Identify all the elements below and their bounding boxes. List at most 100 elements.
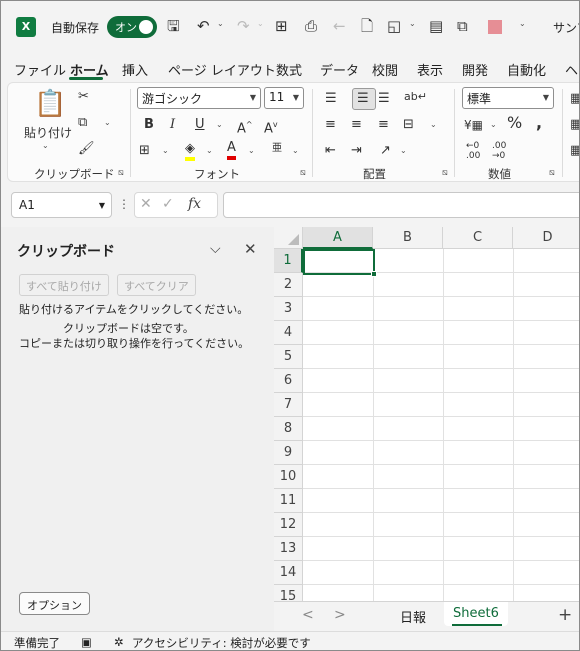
fill-color-swatch-icon[interactable] <box>488 20 502 34</box>
row-header[interactable]: 7 <box>274 393 303 417</box>
row-header[interactable]: 5 <box>274 345 303 369</box>
redo-icon[interactable]: ↷ <box>237 15 250 37</box>
increase-decimal-icon[interactable]: ←0.00 <box>466 141 480 161</box>
active-cell[interactable] <box>303 249 375 275</box>
macro-record-icon[interactable]: ▣ <box>81 635 92 649</box>
alignment-launcher-icon[interactable]: ⧅ <box>442 168 448 178</box>
align-right-icon[interactable]: ≡ <box>378 117 389 133</box>
undo-dropdown-icon[interactable]: ⌄ <box>217 19 224 28</box>
underline-dropdown-icon[interactable]: ⌄ <box>216 120 223 129</box>
font-launcher-icon[interactable]: ⧅ <box>300 168 306 178</box>
merge-center-icon[interactable]: ⊟ <box>403 117 414 133</box>
user-name[interactable]: サンブ <box>553 19 579 36</box>
phonetic-icon[interactable]: 亜 <box>272 141 282 157</box>
formula-input[interactable] <box>223 192 579 218</box>
row-header[interactable]: 4 <box>274 321 303 345</box>
underline-icon[interactable]: U <box>195 117 205 133</box>
insert-function-icon[interactable]: fx <box>188 196 201 212</box>
conditional-format-icon[interactable]: ▦ <box>570 91 579 107</box>
next-sheet-icon[interactable]: > <box>334 607 346 623</box>
column-header-c[interactable]: C <box>443 227 513 249</box>
tab-data[interactable]: データ <box>320 60 359 79</box>
tab-page-layout[interactable]: ページ レイアウト <box>168 60 276 79</box>
percent-icon[interactable]: % <box>507 115 522 131</box>
top-align-icon[interactable]: ☰ <box>325 91 337 107</box>
table-format-icon[interactable]: ▦ <box>570 117 579 133</box>
row-header[interactable]: 3 <box>274 297 303 321</box>
decrease-decimal-icon[interactable]: .00 →0 <box>492 141 506 161</box>
fill-color-dropdown-icon[interactable]: ⌄ <box>206 146 213 155</box>
column-header-d[interactable]: D <box>513 227 579 249</box>
close-icon[interactable]: ✕ <box>244 240 257 258</box>
accounting-dropdown-icon[interactable]: ⌄ <box>490 120 497 129</box>
copy-icon[interactable]: ⧉ <box>78 115 87 131</box>
wrap-text-icon[interactable]: ab↵ <box>404 89 427 105</box>
tab-view[interactable]: 表示 <box>417 60 443 79</box>
paste-all-button[interactable]: すべて貼り付け <box>19 274 109 296</box>
copy-dropdown-icon[interactable]: ⌄ <box>104 118 111 127</box>
options-button[interactable]: オプション <box>19 592 90 615</box>
phonetic-dropdown-icon[interactable]: ⌄ <box>292 146 299 155</box>
paste-dropdown-icon[interactable]: ⌄ <box>42 141 49 150</box>
row-header[interactable]: 13 <box>274 537 303 561</box>
back-icon[interactable]: ← <box>333 15 346 37</box>
font-name-select[interactable]: 游ゴシック ▼ <box>137 87 261 109</box>
clear-all-button[interactable]: すべてクリア <box>117 274 196 296</box>
tab-developer[interactable]: 開発 <box>462 60 488 79</box>
new-sheet-icon[interactable]: ⊞ <box>275 15 288 37</box>
middle-align-icon[interactable]: ☰ <box>357 91 369 107</box>
align-center-icon[interactable]: ≡ <box>351 117 362 133</box>
borders-icon[interactable]: ⊞ <box>139 143 150 159</box>
column-header-b[interactable]: B <box>373 227 443 249</box>
row-header[interactable]: 2 <box>274 273 303 297</box>
orientation-dropdown-icon[interactable]: ⌄ <box>400 146 407 155</box>
tab-formulas[interactable]: 数式 <box>276 60 302 79</box>
row-header[interactable]: 14 <box>274 561 303 585</box>
increase-indent-icon[interactable]: ⇥ <box>351 143 362 159</box>
sheet-tab-sheet6[interactable]: Sheet6 <box>444 602 508 626</box>
italic-icon[interactable]: I <box>170 117 175 133</box>
previous-sheet-icon[interactable]: < <box>302 607 314 623</box>
tab-review[interactable]: 校閲 <box>372 60 398 79</box>
row-header[interactable]: 6 <box>274 369 303 393</box>
merge-dropdown-icon[interactable]: ⌄ <box>430 120 437 129</box>
tab-file[interactable]: ファイル <box>14 60 66 79</box>
bottom-align-icon[interactable]: ☰ <box>378 91 390 107</box>
align-left-icon[interactable]: ≡ <box>325 117 336 133</box>
tab-automate[interactable]: 自動化 <box>507 60 546 79</box>
print-preview-icon[interactable]: ⎙ <box>305 15 317 37</box>
row-header[interactable]: 15 <box>274 585 303 601</box>
row-header[interactable]: 1 <box>274 249 303 273</box>
undo-icon[interactable]: ↶ <box>197 15 210 37</box>
row-header[interactable]: 8 <box>274 417 303 441</box>
shapes-icon[interactable]: ◱ <box>387 15 401 37</box>
chevron-down-icon[interactable]: ⌵ <box>210 241 221 257</box>
font-color-icon[interactable]: A <box>227 140 236 160</box>
increase-font-icon[interactable]: A^ <box>237 117 253 137</box>
add-sheet-icon[interactable]: + <box>558 605 572 625</box>
form-icon[interactable]: ▤ <box>429 15 443 37</box>
fill-color-icon[interactable]: ◈ <box>185 141 195 161</box>
accessibility-status[interactable]: アクセシビリティ: 検討が必要です <box>132 635 311 650</box>
row-header[interactable]: 12 <box>274 513 303 537</box>
clipboard-launcher-icon[interactable]: ⧅ <box>118 168 124 178</box>
paste-icon[interactable]: 📋 <box>34 89 66 119</box>
tab-help[interactable]: ヘ <box>565 60 578 79</box>
hierarchy-icon[interactable]: ⧉ <box>457 15 468 37</box>
select-all-corner[interactable] <box>274 227 303 249</box>
sheet-tab-nippo[interactable]: 日報 <box>400 607 426 626</box>
row-header[interactable]: 10 <box>274 465 303 489</box>
shapes-dropdown-icon[interactable]: ⌄ <box>409 19 416 28</box>
decrease-font-icon[interactable]: Av <box>264 117 278 137</box>
cell-styles-icon[interactable]: ▦ <box>570 143 579 159</box>
row-header[interactable]: 11 <box>274 489 303 513</box>
autosave-toggle[interactable]: オン <box>107 16 157 38</box>
fill-handle[interactable] <box>371 271 377 277</box>
customize-qat-icon[interactable]: ⌄ <box>519 19 526 28</box>
name-box[interactable]: A1 ▼ <box>11 192 112 218</box>
paste-button[interactable]: 貼り付け <box>24 125 72 141</box>
row-header[interactable]: 9 <box>274 441 303 465</box>
tab-insert[interactable]: 挿入 <box>122 60 148 79</box>
spreadsheet-grid[interactable]: A B C D 1 2 3 4 5 6 7 8 9 10 11 12 13 14… <box>274 227 579 601</box>
cut-icon[interactable]: ✂ <box>78 89 89 105</box>
